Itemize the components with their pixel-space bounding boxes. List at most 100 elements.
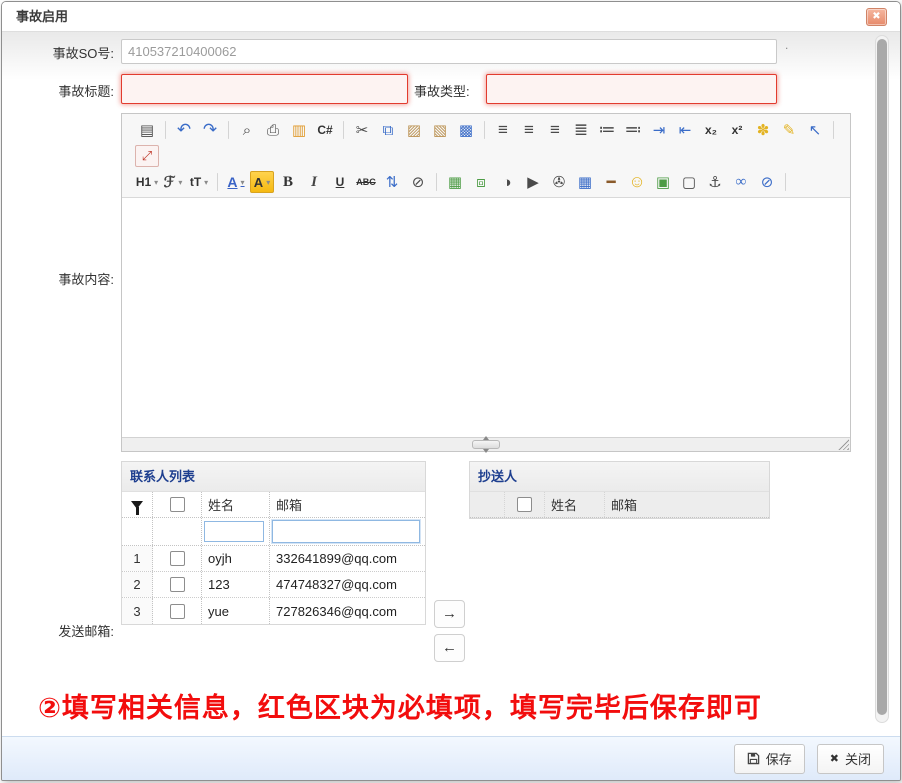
bold-icon[interactable]: B — [276, 171, 300, 193]
flash-icon[interactable]: ◑ — [495, 171, 519, 193]
row-number: 1 — [122, 546, 153, 571]
cc-list-title: 抄送人 — [470, 462, 769, 492]
contact-email: 332641899@qq.com — [276, 551, 397, 566]
toolbar-separator — [228, 121, 229, 139]
heading-select[interactable]: H1 — [135, 171, 159, 193]
so-number-input[interactable] — [121, 39, 777, 64]
contact-row: 1 oyjh 332641899@qq.com — [122, 546, 425, 572]
remove-format-icon[interactable]: ⊘ — [406, 171, 430, 193]
source-code-icon[interactable]: ▤ — [135, 119, 159, 141]
preview-icon[interactable]: ⌕ — [235, 119, 259, 141]
contact-name: yue — [202, 598, 270, 624]
superscript-icon[interactable]: x² — [725, 119, 749, 141]
link-icon[interactable]: ∞ — [729, 171, 753, 193]
font-color-select[interactable]: A — [224, 171, 248, 193]
save-floppy-icon — [747, 752, 760, 765]
accident-title-input[interactable] — [121, 74, 408, 104]
indent-icon[interactable]: ⇥ — [647, 119, 671, 141]
contact-list-header-row: 姓名 邮箱 — [122, 492, 425, 518]
paste-word-icon[interactable]: ▩ — [454, 119, 478, 141]
save-button[interactable]: 保存 — [733, 743, 805, 774]
toolbar-separator — [833, 121, 834, 139]
editor-text-area[interactable] — [122, 198, 850, 437]
table-icon[interactable]: ▦ — [573, 171, 597, 193]
select-all-checkbox[interactable] — [169, 497, 185, 512]
cc-select-all-checkbox[interactable] — [517, 497, 532, 512]
row-checkbox[interactable] — [169, 603, 185, 619]
toolbar-separator — [785, 173, 786, 191]
cc-email-column-header: 邮箱 — [611, 498, 638, 513]
select-all-icon[interactable]: ↖ — [803, 119, 827, 141]
scrollbar-thumb[interactable] — [877, 39, 887, 715]
accident-type-input[interactable] — [486, 74, 777, 104]
email-column-header: 邮箱 — [276, 498, 303, 513]
unordered-list-icon[interactable]: ≕ — [621, 119, 645, 141]
strikethrough-icon[interactable]: ABC — [354, 171, 378, 193]
name-column-header: 姓名 — [202, 492, 270, 517]
quick-format-icon[interactable]: ✎ — [777, 119, 801, 141]
move-right-button[interactable]: → — [434, 600, 465, 628]
instruction-annotation: ②填写相关信息，红色区块为必填项，填写完毕后保存即可 — [38, 693, 762, 723]
editor-toolbar-row-1: ▤ ↶ ↷ ⌕ ⎙ ▥ C# ✂ ⧉ ▨ ▧ ▩ ≡ ≡ ≡ ≣ ≔ ≕ ⇥ ⇤ x₂ x² ✽ ✎ ↖ — [134, 117, 840, 143]
row-checkbox[interactable] — [169, 577, 185, 592]
video-icon[interactable]: ▶ — [521, 171, 545, 193]
outdent-icon[interactable]: ⇤ — [673, 119, 697, 141]
so-suffix-dot: . — [785, 38, 789, 52]
row-checkbox[interactable] — [169, 551, 185, 566]
insert-image-icon[interactable]: ▦ — [443, 171, 467, 193]
dialog-content: 事故SO号: . 事故标题: 事故类型: 事故内容: ▤ ↶↷ ⌕⎙▥C# ✂⧉▨▧▩… — [2, 32, 900, 736]
code-icon[interactable]: C# — [313, 119, 337, 141]
editor-corner-resize-handle[interactable] — [838, 439, 849, 450]
line-height-icon[interactable]: ⇅ — [380, 171, 404, 193]
hr-icon[interactable]: ━ — [599, 171, 623, 193]
copy-icon[interactable]: ⧉ — [376, 119, 400, 141]
toolbar-separator — [436, 173, 437, 191]
email-filter-input[interactable] — [272, 520, 420, 543]
accident-title-label: 事故标题: — [58, 84, 114, 99]
vertical-scrollbar[interactable] — [875, 35, 889, 723]
editor-toolbar-row-1-wrap: ⤢ — [134, 143, 840, 169]
justify-icon[interactable]: ≣ — [569, 119, 593, 141]
italic-icon[interactable]: I — [302, 171, 326, 193]
emoticon-icon[interactable]: ☺ — [625, 171, 649, 193]
underline-icon[interactable]: U — [328, 171, 352, 193]
dialog-close-icon[interactable]: ✖ — [866, 8, 887, 26]
subscript-icon[interactable]: x₂ — [699, 119, 723, 141]
media-icon[interactable]: ▣ — [651, 171, 675, 193]
anchor-icon[interactable]: ⚓ — [703, 171, 727, 193]
undo-icon[interactable]: ↶ — [172, 119, 196, 141]
toolbar-separator — [217, 173, 218, 191]
print-icon[interactable]: ⎙ — [261, 119, 285, 141]
fullscreen-icon[interactable]: ⤢ — [135, 145, 159, 167]
left-arrow-icon: ← — [442, 639, 457, 656]
name-filter-input[interactable] — [204, 521, 264, 542]
align-center-icon[interactable]: ≡ — [517, 119, 541, 141]
attachment-icon[interactable]: ✇ — [547, 171, 571, 193]
template-icon[interactable]: ▥ — [287, 119, 311, 141]
clean-format-icon[interactable]: ✽ — [751, 119, 775, 141]
font-family-select[interactable]: ℱ — [161, 171, 185, 193]
highlight-color-select[interactable]: A — [250, 171, 274, 193]
close-x-icon: ✖ — [829, 753, 839, 765]
save-draft-icon[interactable]: ▢ — [677, 171, 701, 193]
align-left-icon[interactable]: ≡ — [491, 119, 515, 141]
paste-text-icon[interactable]: ▧ — [428, 119, 452, 141]
paste-icon[interactable]: ▨ — [402, 119, 426, 141]
align-right-icon[interactable]: ≡ — [543, 119, 567, 141]
redo-icon[interactable]: ↷ — [198, 119, 222, 141]
ordered-list-icon[interactable]: ≔ — [595, 119, 619, 141]
close-button[interactable]: ✖ 关闭 — [816, 743, 884, 774]
cut-icon[interactable]: ✂ — [350, 119, 374, 141]
accident-enable-dialog: 事故启用 ✖ 事故SO号: . 事故标题: 事故类型: 事故内容: ▤ ↶↷ ⌕⎙▥… — [1, 1, 901, 781]
toolbar-separator — [343, 121, 344, 139]
move-left-button[interactable]: ← — [434, 634, 465, 662]
cc-name-column-header: 姓名 — [545, 492, 605, 517]
font-size-select[interactable]: tT — [187, 171, 211, 193]
insert-images-icon[interactable]: ⧈ — [469, 171, 493, 193]
filter-icon[interactable] — [131, 500, 143, 515]
row-number: 2 — [122, 572, 153, 597]
unlink-icon[interactable]: ⊘ — [755, 171, 779, 193]
editor-resize-grip[interactable] — [472, 436, 500, 453]
right-arrow-icon: → — [442, 605, 457, 622]
contact-list-title: 联系人列表 — [122, 462, 425, 492]
